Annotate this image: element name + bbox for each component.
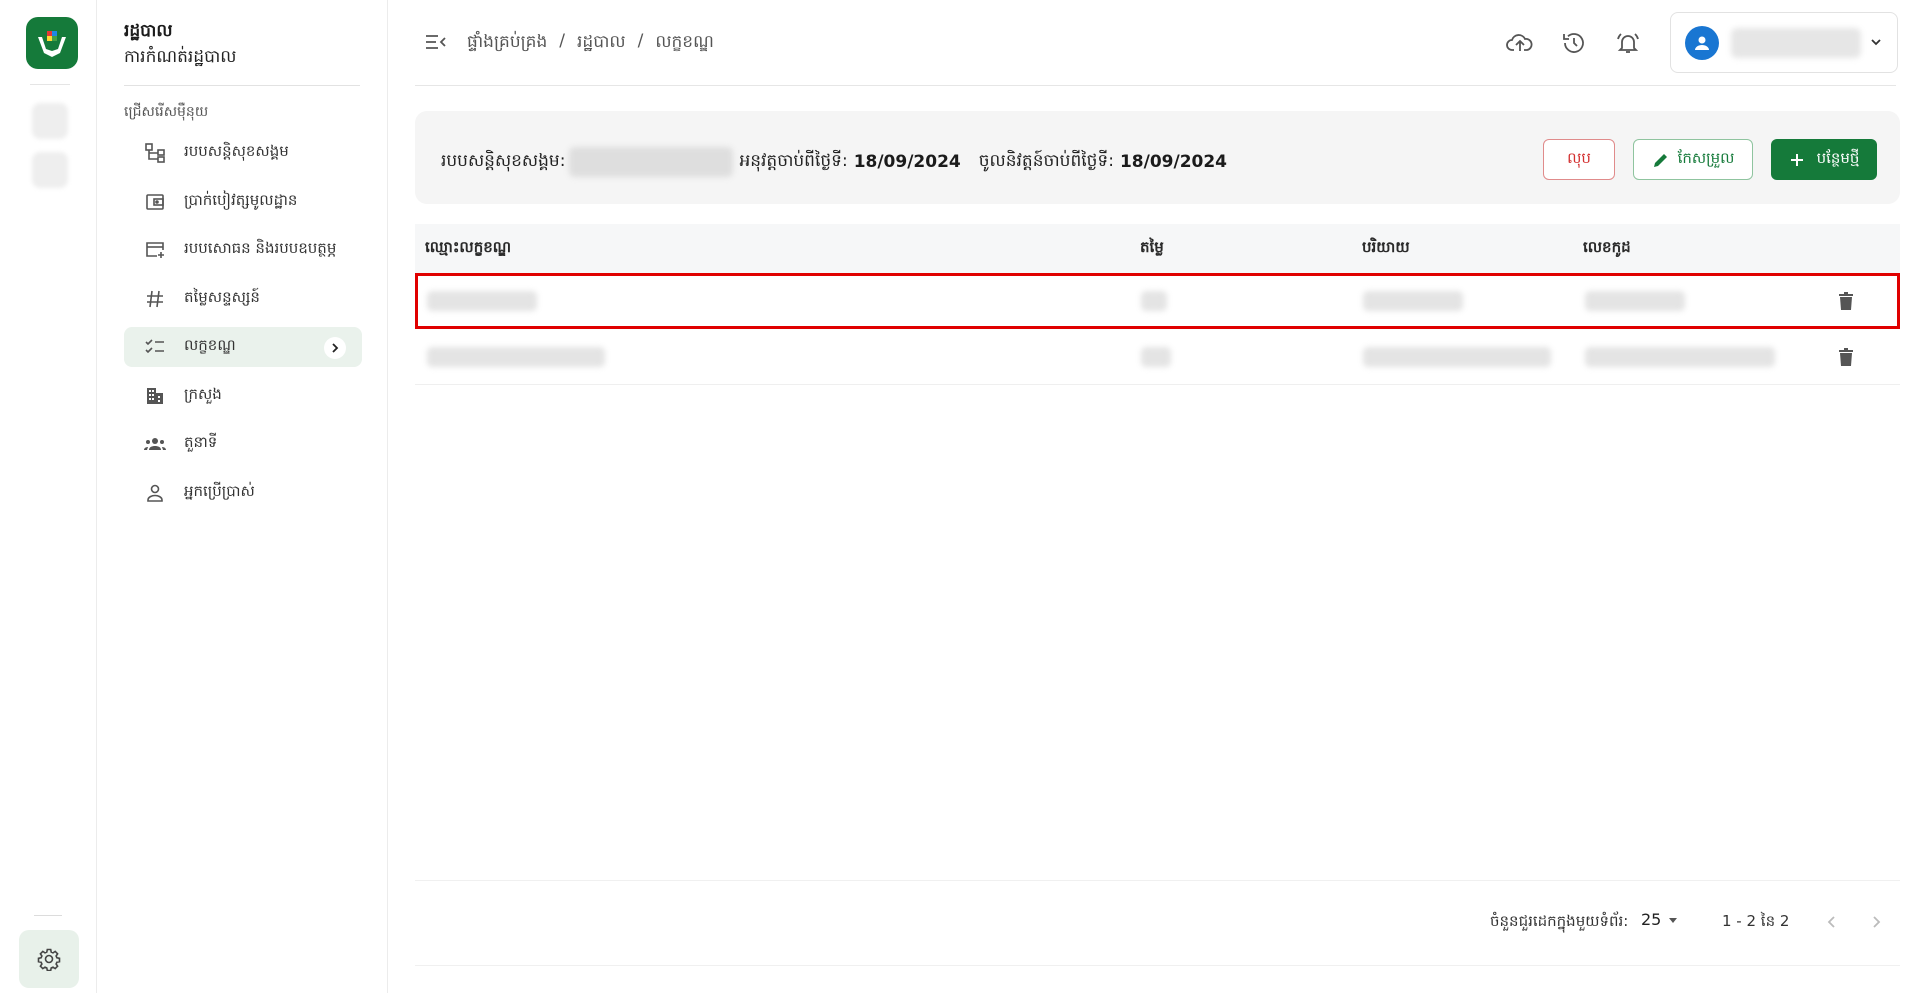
- sidebar-item-label: តួនាទី: [184, 433, 218, 451]
- sidebar-item-index-values[interactable]: តម្លៃសន្ទស្សន៍: [124, 279, 362, 319]
- app-rail: [0, 0, 97, 993]
- divider: [415, 880, 1900, 881]
- sidebar-item-users[interactable]: អ្នកប្រើប្រាស់: [124, 473, 362, 513]
- chevron-right-icon: [324, 337, 346, 359]
- rail-divider: [34, 915, 62, 916]
- conditions-table: ឈ្មោះលក្ខខណ្ឌ តម្លៃ បរិយាយ លេខកូដ: [415, 224, 1900, 385]
- table-row[interactable]: [415, 329, 1900, 385]
- menu-caption: ជ្រើសរើសម៉ឺនុយ: [124, 104, 209, 120]
- sidebar-item-label: របបសោធន និងរបបឧបត្ថម្ភ: [184, 239, 337, 257]
- person-icon: [142, 482, 168, 504]
- pencil-icon: [1653, 153, 1667, 167]
- delete-button-label: លុប: [1567, 148, 1591, 167]
- rail-divider: [30, 84, 70, 85]
- scheme-label: របបសន្តិសុខសង្គម:: [441, 150, 566, 171]
- sidebar-item-roles[interactable]: តួនាទី: [124, 424, 362, 464]
- table-row[interactable]: [415, 273, 1900, 329]
- next-page-icon[interactable]: [1862, 908, 1890, 936]
- table-header: ឈ្មោះលក្ខខណ្ឌ តម្លៃ បរិយាយ លេខកូដ: [415, 224, 1900, 273]
- delete-button[interactable]: លុប: [1543, 139, 1615, 180]
- breadcrumb-dashboard[interactable]: ផ្ទាំងគ្រប់គ្រង: [467, 31, 547, 56]
- building-icon: [142, 385, 168, 407]
- scheme-info: របបសន្តិសុខសង្គម: អនុវត្តចាប់ពីថ្ងៃទី: 1…: [441, 147, 1245, 177]
- sidebar-item-label: ប្រាក់បៀវត្សមូលដ្ឋាន: [184, 190, 298, 209]
- caret-down-icon: [1669, 917, 1678, 923]
- column-header-name[interactable]: ឈ្មោះលក្ខខណ្ឌ: [425, 238, 511, 260]
- sidebar-item-label: ក្រសួង: [184, 384, 222, 403]
- sidebar-item-label: តម្លៃសន្ទស្សន៍: [184, 287, 260, 306]
- cell-redacted: [427, 347, 605, 367]
- effective-label: ចូលនិវត្តន៍ចាប់ពីថ្ងៃទី:: [978, 150, 1114, 171]
- rows-per-page-value: 25: [1641, 910, 1662, 929]
- trash-icon[interactable]: [1834, 289, 1858, 313]
- effective-date: 18/09/2024: [1119, 152, 1228, 172]
- sidebar-item-ministry[interactable]: ក្រសួង: [124, 376, 362, 416]
- top-bar: ផ្ទាំងគ្រប់គ្រង / រដ្ឋបាល / លក្ខខណ្ឌ: [415, 0, 1898, 86]
- page-range: 1 - 2 នៃ 2: [1722, 912, 1790, 930]
- section-subtitle: ការកំណត់រដ្ឋបាល: [124, 47, 237, 67]
- history-icon[interactable]: [1559, 28, 1589, 58]
- bell-icon[interactable]: [1613, 28, 1643, 58]
- edit-button-label: កែសម្រួល: [1677, 148, 1735, 167]
- sidebar-item-base-salary[interactable]: ប្រាក់បៀវត្សមូលដ្ឋាន: [124, 182, 362, 222]
- add-new-button[interactable]: បន្ថែមថ្មី: [1771, 139, 1877, 180]
- hash-icon: [142, 288, 168, 310]
- settings-button[interactable]: [19, 930, 79, 988]
- section-title: រដ្ឋបាល: [124, 21, 173, 41]
- avatar: [1685, 25, 1719, 60]
- cell-redacted: [427, 291, 537, 311]
- column-header-value[interactable]: តម្លៃ: [1140, 238, 1164, 260]
- scheme-info-panel: របបសន្តិសុខសង្គម: អនុវត្តចាប់ពីថ្ងៃទី: 1…: [415, 111, 1900, 204]
- hierarchy-icon: [142, 142, 168, 164]
- add-button-label: បន្ថែមថ្មី: [1816, 148, 1860, 167]
- cell-redacted: [1141, 347, 1171, 367]
- divider: [415, 965, 1900, 966]
- chevron-down-icon: [1869, 35, 1883, 53]
- edit-button[interactable]: កែសម្រួល: [1633, 139, 1753, 180]
- gear-icon: [37, 948, 61, 971]
- group-icon: [142, 433, 168, 455]
- applied-label: អនុវត្តចាប់ពីថ្ងៃទី:: [739, 150, 848, 171]
- breadcrumb-separator: /: [637, 31, 644, 51]
- sidebar-item-pension[interactable]: របបសោធន និងរបបឧបត្ថម្ភ: [124, 230, 362, 270]
- user-menu[interactable]: [1670, 12, 1898, 73]
- prev-page-icon[interactable]: [1818, 908, 1846, 936]
- rail-item[interactable]: [32, 152, 68, 188]
- cell-redacted: [1585, 347, 1775, 367]
- user-name-redacted: [1731, 27, 1861, 58]
- sidebar-item-conditions[interactable]: លក្ខខណ្ឌ: [124, 327, 362, 367]
- sidebar-item-label: អ្នកប្រើប្រាស់: [184, 481, 255, 500]
- cell-redacted: [1363, 347, 1551, 367]
- rail-item[interactable]: [32, 103, 68, 139]
- cell-redacted: [1363, 291, 1463, 311]
- breadcrumb: ផ្ទាំងគ្រប់គ្រង / រដ្ឋបាល / លក្ខខណ្ឌ: [467, 31, 714, 56]
- cloud-upload-icon[interactable]: [1505, 28, 1535, 58]
- scheme-value-redacted: [569, 147, 734, 177]
- plus-icon: [1790, 153, 1803, 166]
- hands-heart-logo-icon[interactable]: [26, 17, 78, 69]
- nav-list: របបសន្តិសុខសង្គម ប្រាក់បៀវត្សមូលដ្ឋាន រប…: [124, 133, 362, 521]
- breadcrumb-separator: /: [559, 31, 566, 51]
- sidebar-item-label: លក្ខខណ្ឌ: [184, 336, 236, 354]
- applied-date: 18/09/2024: [853, 152, 961, 172]
- card-plus-icon: [142, 239, 168, 261]
- sidebar-item-social-security[interactable]: របបសន្តិសុខសង្គម: [124, 133, 362, 173]
- breadcrumb-admin[interactable]: រដ្ឋបាល: [577, 31, 626, 56]
- cell-redacted: [1585, 291, 1685, 311]
- menu-collapse-icon[interactable]: [423, 30, 449, 54]
- wallet-icon: [142, 191, 168, 213]
- divider: [124, 85, 360, 86]
- rows-per-page-label: ចំនួនជួរដេកក្នុងមួយទំព័រ:: [1490, 912, 1629, 930]
- side-navigation: រដ្ឋបាល ការកំណត់រដ្ឋបាល ជ្រើសរើសម៉ឺនុយ រ…: [98, 0, 388, 993]
- breadcrumb-current: លក្ខខណ្ឌ: [655, 32, 714, 52]
- column-header-code[interactable]: លេខកូដ: [1583, 238, 1631, 260]
- cell-redacted: [1141, 291, 1167, 311]
- sidebar-item-label: របបសន្តិសុខសង្គម: [184, 142, 289, 160]
- trash-icon[interactable]: [1834, 345, 1858, 369]
- column-header-description[interactable]: បរិយាយ: [1362, 238, 1410, 260]
- rows-per-page-select[interactable]: 25: [1641, 910, 1679, 929]
- checklist-icon: [142, 336, 168, 358]
